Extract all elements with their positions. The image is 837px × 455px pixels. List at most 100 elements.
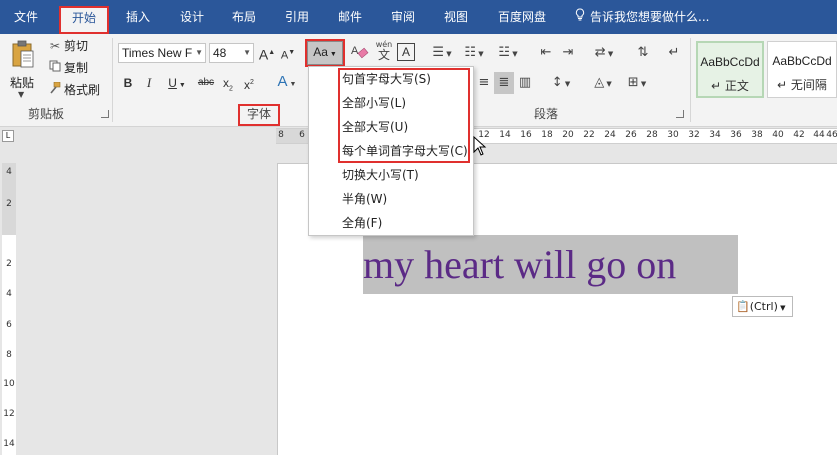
ruler-tick: 14 — [3, 439, 15, 449]
paste-label: 粘贴 — [9, 76, 34, 90]
phonetic-guide-button[interactable]: wén 文 — [373, 39, 395, 61]
ruler-tick: 8 — [6, 350, 12, 360]
menu-item-full-width[interactable]: 全角(F) — [309, 211, 473, 235]
sort-button[interactable]: ⇅ — [632, 42, 654, 64]
multilevel-list-button[interactable]: ☳ ▼ — [494, 42, 522, 64]
paragraph-group-label: 段落 — [533, 107, 558, 121]
line-spacing-button[interactable]: ↕ ▼ — [546, 72, 576, 94]
mouse-cursor-icon — [473, 136, 487, 156]
tab-review[interactable]: 审阅 — [381, 6, 425, 28]
strikethrough-icon: abc — [197, 77, 215, 88]
menu-item-toggle-case[interactable]: 切换大小写(T) — [309, 163, 473, 187]
strikethrough-button[interactable]: abc — [195, 72, 217, 94]
align-center-button[interactable]: ≡ — [474, 72, 494, 94]
change-case-icon: Aa — [313, 45, 328, 59]
numbered-list-icon: ☷ — [464, 45, 477, 60]
change-case-menu: 句首字母大写(S) 全部小写(L) 全部大写(U) 每个单词首字母大写(C) 切… — [308, 66, 474, 236]
character-border-button[interactable]: A — [397, 43, 415, 61]
copy-label: 复制 — [64, 61, 89, 75]
clear-formatting-button[interactable]: A — [350, 42, 370, 64]
ruler-tick: 22 — [583, 130, 595, 140]
clipboard-launcher-icon[interactable] — [101, 110, 109, 118]
vertical-ruler-track[interactable]: 4 2 2 4 6 8 10 12 14 — [2, 163, 16, 455]
superscript-button[interactable]: x2 — [241, 72, 257, 94]
chevron-down-icon[interactable]: ▼ — [18, 90, 24, 99]
paint-bucket-icon: ◬ — [594, 75, 605, 90]
font-size-combo[interactable]: 48 ▼ — [209, 43, 254, 63]
ruler-tick: 38 — [751, 130, 763, 140]
tab-layout[interactable]: 布局 — [222, 6, 266, 28]
italic-icon: I — [146, 75, 152, 90]
tell-me-search[interactable]: 告诉我您想要做什么... — [572, 6, 709, 28]
copy-icon — [46, 58, 64, 78]
italic-button[interactable]: I — [141, 72, 157, 94]
style-normal[interactable]: AaBbCcDd ↵ 正文 — [696, 41, 764, 98]
justify-button[interactable]: ≣ — [494, 72, 514, 94]
increase-indent-button[interactable]: ⇥ — [558, 42, 578, 64]
selected-text[interactable]: my heart will go on — [363, 235, 738, 294]
chevron-down-icon[interactable]: ▼ — [195, 44, 203, 62]
numbering-button[interactable]: ☷ ▼ — [460, 42, 488, 64]
text-effects-button[interactable]: A ▼ — [272, 71, 302, 93]
distributed-icon: ▥ — [518, 75, 532, 90]
paste-button[interactable]: 粘贴 ▼ — [4, 38, 40, 99]
underline-button[interactable]: U ▼ — [162, 72, 192, 94]
ruler-tick: 30 — [667, 130, 679, 140]
asian-layout-button[interactable]: ⇄ ▼ — [590, 42, 618, 64]
tab-mailings[interactable]: 邮件 — [328, 6, 372, 28]
group-divider — [112, 38, 113, 122]
ruler-tick: 28 — [646, 130, 658, 140]
decrease-indent-button[interactable]: ⇤ — [536, 42, 556, 64]
tab-home[interactable]: 开始 — [59, 6, 109, 34]
chevron-down-icon: ▼ — [777, 304, 786, 312]
scissors-icon: ✂ — [49, 39, 61, 53]
cut-button[interactable]: ✂ 剪切 — [46, 36, 88, 56]
ruler-tick: 4 — [6, 167, 12, 177]
superscript-mark: 2 — [250, 79, 254, 86]
menu-item-sentence-case[interactable]: 句首字母大写(S) — [309, 67, 473, 91]
borders-button[interactable]: ⊞ ▼ — [622, 72, 652, 94]
decrease-indent-icon: ⇤ — [540, 45, 552, 60]
copy-button[interactable]: 复制 — [46, 58, 88, 78]
menu-bar: 文件 开始 插入 设计 布局 引用 邮件 审阅 视图 百度网盘 告诉我您想要做什… — [0, 0, 837, 34]
show-marks-button[interactable]: ↵ — [664, 42, 684, 64]
tab-stop-selector[interactable]: L — [2, 130, 14, 142]
menu-item-capitalize-each-word[interactable]: 每个单词首字母大写(C) — [309, 139, 473, 163]
lightbulb-icon — [572, 6, 588, 28]
tab-references[interactable]: 引用 — [275, 6, 319, 28]
clipboard-group-label: 剪贴板 — [27, 107, 64, 121]
tell-me-text: 告诉我您想要做什么... — [590, 10, 710, 24]
clipboard-icon: 📋 — [736, 300, 750, 313]
bold-icon: B — [123, 76, 133, 90]
chevron-down-icon[interactable]: ▼ — [243, 44, 251, 62]
tab-baidu-netdisk[interactable]: 百度网盘 — [488, 6, 556, 28]
style-no-spacing[interactable]: AaBbCcDd ↵ 无间隔 — [767, 41, 837, 98]
ruler-tick: 18 — [541, 130, 553, 140]
tab-design[interactable]: 设计 — [170, 6, 214, 28]
tab-view[interactable]: 视图 — [434, 6, 478, 28]
grow-font-button[interactable]: A▲ — [258, 42, 276, 64]
font-name-combo[interactable]: Times New F ▼ — [118, 43, 206, 63]
menu-item-lowercase[interactable]: 全部小写(L) — [309, 91, 473, 115]
tab-insert[interactable]: 插入 — [116, 6, 160, 28]
ruler-tick: 44 — [813, 130, 825, 140]
shading-button[interactable]: ◬ ▼ — [588, 72, 618, 94]
menu-item-half-width[interactable]: 半角(W) — [309, 187, 473, 211]
ruler-tick: 16 — [520, 130, 532, 140]
paragraph-launcher-icon[interactable] — [676, 110, 684, 118]
format-painter-button[interactable]: 格式刷 — [46, 80, 100, 100]
distributed-button[interactable]: ▥ — [515, 72, 535, 94]
shrink-font-button[interactable]: A▼ — [279, 42, 297, 64]
bullets-button[interactable]: ☰ ▼ — [428, 42, 456, 64]
ruler-tick: 6 — [6, 320, 12, 330]
menu-item-uppercase[interactable]: 全部大写(U) — [309, 115, 473, 139]
bold-button[interactable]: B — [120, 72, 136, 94]
paste-options-label: (Ctrl) — [749, 300, 778, 313]
text-effects-icon: A — [277, 73, 288, 90]
subscript-button[interactable]: x2 — [220, 72, 236, 94]
change-case-button[interactable]: Aa ▼ — [305, 39, 345, 67]
paste-options-button[interactable]: 📋(Ctrl) ▼ — [732, 296, 793, 317]
tab-file[interactable]: 文件 — [4, 6, 48, 28]
style-name: ↵ 无间隔 — [777, 78, 827, 92]
increase-indent-icon: ⇥ — [562, 45, 574, 60]
